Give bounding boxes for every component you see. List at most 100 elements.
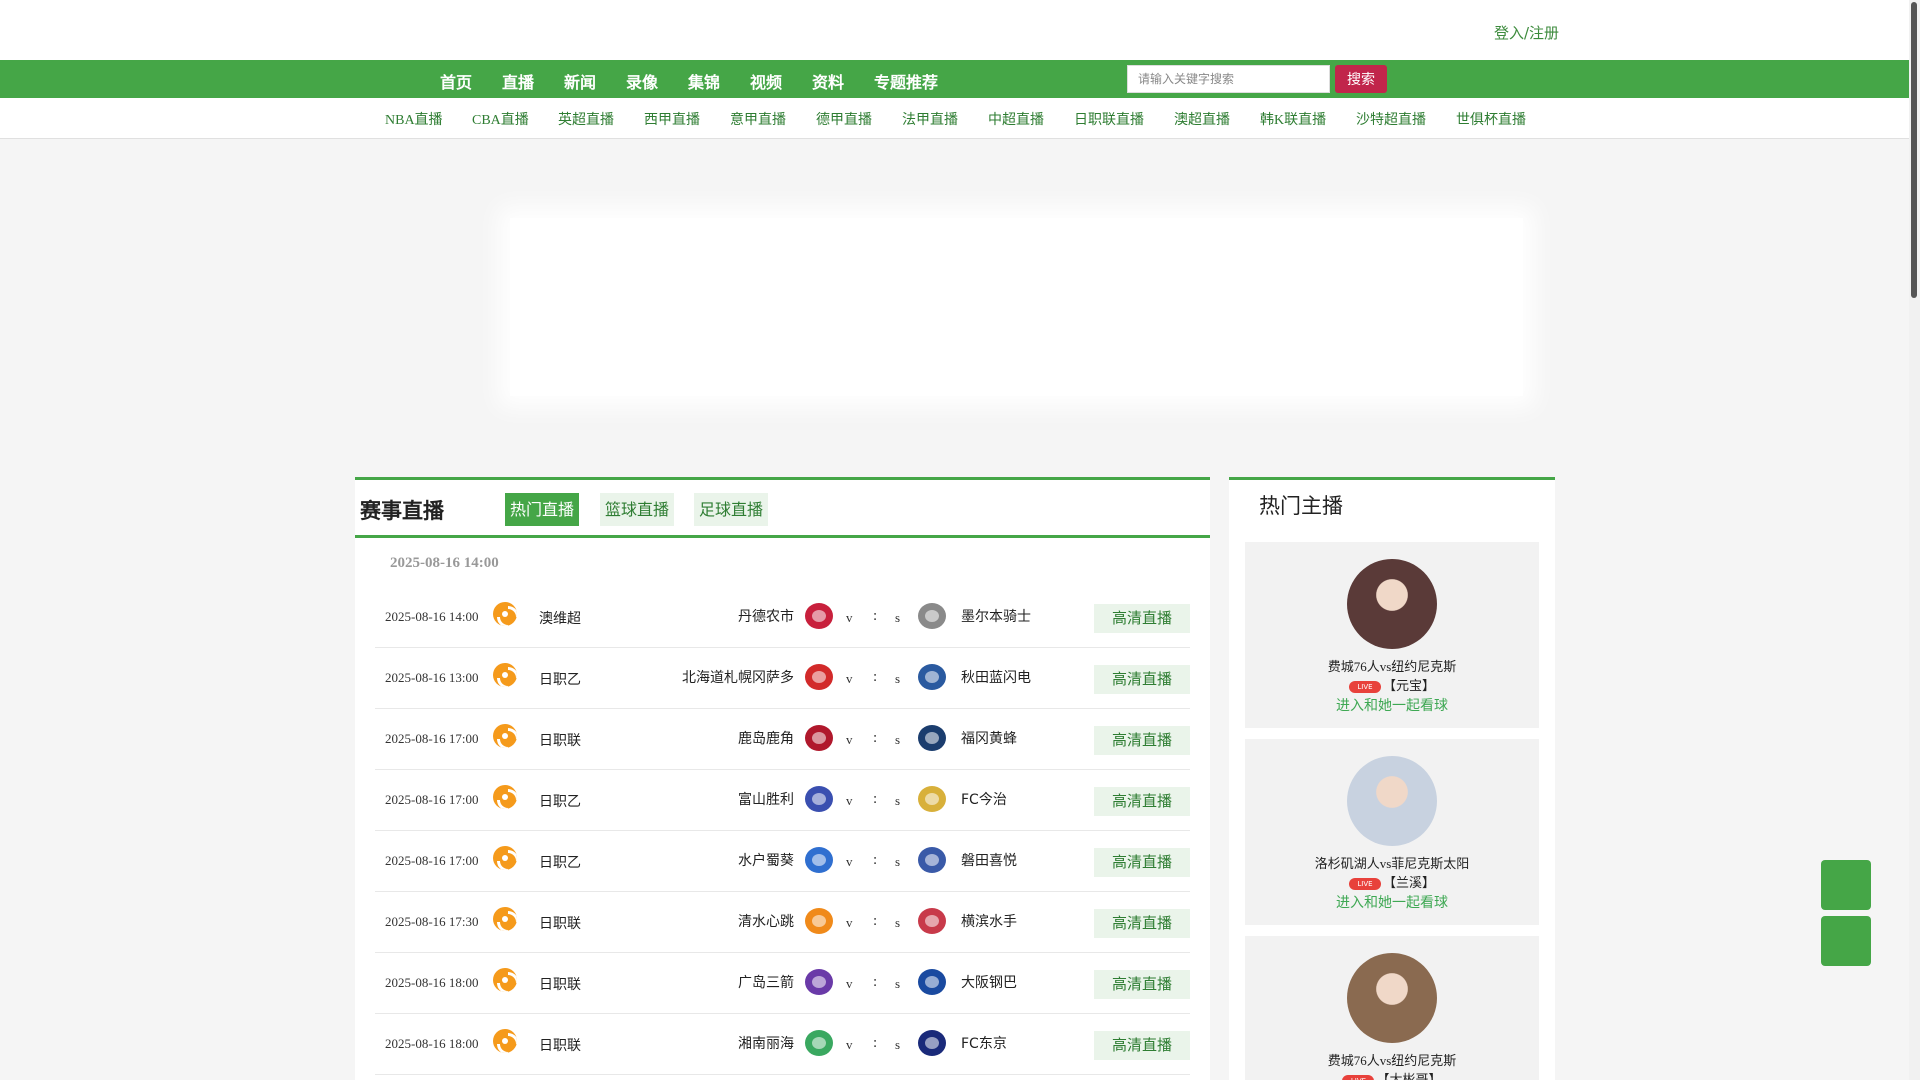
subnav-csl[interactable]: 中超直播 bbox=[988, 109, 1044, 129]
tab-basketball-live[interactable]: 篮球直播 bbox=[600, 493, 675, 526]
nav-live[interactable]: 直播 bbox=[502, 69, 534, 93]
home-team-logo-icon bbox=[805, 725, 833, 751]
hd-live-button[interactable]: 高清直播 bbox=[1094, 604, 1190, 633]
vs-left: v bbox=[846, 915, 853, 930]
float-button-top[interactable] bbox=[1821, 860, 1871, 910]
hd-live-button[interactable]: 高清直播 bbox=[1094, 726, 1190, 755]
subnav-ligue1[interactable]: 法甲直播 bbox=[902, 109, 958, 129]
login-register-link[interactable]: 登入/注册 bbox=[1494, 22, 1559, 43]
away-team[interactable]: 磐田喜悦 bbox=[961, 850, 1017, 870]
subnav-epl[interactable]: 英超直播 bbox=[558, 109, 614, 129]
tab-football-live[interactable]: 足球直播 bbox=[694, 493, 769, 526]
match-time: 2025-08-16 14:00 bbox=[385, 609, 479, 624]
away-team[interactable]: 福冈黄蜂 bbox=[961, 728, 1017, 748]
match-row: 2025-08-16 17:00 日职联 鹿岛鹿角 v: s 福冈黄蜂 高清直播 bbox=[375, 709, 1190, 770]
score-separator: : bbox=[873, 1035, 878, 1051]
subnav-club-world-cup[interactable]: 世俱杯直播 bbox=[1456, 109, 1526, 129]
home-team[interactable]: 富山胜利 bbox=[738, 789, 794, 809]
score-separator: : bbox=[873, 852, 878, 868]
match-league: 日职乙 bbox=[539, 855, 581, 871]
away-team-logo-icon bbox=[918, 664, 946, 690]
watch-with-her-link[interactable]: 进入和她一起看球 bbox=[1245, 695, 1539, 715]
score-separator: : bbox=[873, 791, 878, 807]
hd-live-button[interactable]: 高清直播 bbox=[1094, 909, 1190, 938]
avatar[interactable] bbox=[1347, 559, 1437, 649]
football-icon bbox=[493, 968, 517, 992]
scrollbar-thumb[interactable] bbox=[1911, 2, 1917, 298]
nav-data[interactable]: 资料 bbox=[812, 69, 844, 93]
subnav-cba[interactable]: CBA直播 bbox=[472, 109, 529, 129]
vs-right: s bbox=[895, 610, 901, 625]
away-team[interactable]: 横滨水手 bbox=[961, 911, 1017, 931]
away-team-logo-icon bbox=[918, 786, 946, 812]
live-badge: LIVE bbox=[1342, 1074, 1375, 1080]
nav-highlights[interactable]: 集锦 bbox=[688, 69, 720, 93]
away-team[interactable]: 墨尔本骑士 bbox=[961, 606, 1031, 626]
ad-banner bbox=[510, 218, 1523, 396]
subnav-laliga[interactable]: 西甲直播 bbox=[644, 109, 700, 129]
subnav-kleague[interactable]: 韩K联直播 bbox=[1260, 109, 1326, 129]
tab-hot-live[interactable]: 热门直播 bbox=[505, 493, 580, 526]
home-team-logo-icon bbox=[805, 908, 833, 934]
nav-news[interactable]: 新闻 bbox=[564, 69, 596, 93]
hd-live-button[interactable]: 高清直播 bbox=[1094, 848, 1190, 877]
scrollbar[interactable] bbox=[1909, 0, 1920, 1080]
away-team-logo-icon bbox=[918, 603, 946, 629]
nav-home[interactable]: 首页 bbox=[440, 69, 472, 93]
home-team[interactable]: 广岛三箭 bbox=[738, 972, 794, 992]
hd-live-button[interactable]: 高清直播 bbox=[1094, 665, 1190, 694]
watch-with-her-link[interactable]: 进入和她一起看球 bbox=[1245, 892, 1539, 912]
away-team[interactable]: 秋田蓝闪电 bbox=[961, 667, 1031, 687]
anchor-card[interactable]: 洛杉矶湖人vs菲尼克斯太阳 LIVE 【兰溪】 进入和她一起看球 bbox=[1245, 739, 1539, 925]
search-button[interactable]: 搜索 bbox=[1335, 65, 1387, 93]
anchor-card[interactable]: 费城76人vs纽约尼克斯 LIVE 【元宝】 进入和她一起看球 bbox=[1245, 542, 1539, 728]
anchor-name: 【大彬哥】 bbox=[1376, 1073, 1441, 1080]
nav-specials[interactable]: 专题推荐 bbox=[874, 69, 938, 93]
football-icon bbox=[493, 846, 517, 870]
vs-right: s bbox=[895, 671, 901, 686]
search-input[interactable] bbox=[1127, 65, 1330, 93]
float-button-bottom[interactable] bbox=[1821, 916, 1871, 966]
top-bar: 登入/注册 bbox=[0, 0, 1909, 60]
home-team[interactable]: 鹿岛鹿角 bbox=[738, 728, 794, 748]
subnav-aleague[interactable]: 澳超直播 bbox=[1174, 109, 1230, 129]
date-heading: 2025-08-16 14:00 bbox=[390, 555, 499, 571]
anchor-card[interactable]: 费城76人vs纽约尼克斯LIVE【大彬哥】进入和她一起看球 bbox=[1245, 936, 1539, 1080]
away-team[interactable]: 大阪钢巴 bbox=[961, 972, 1017, 992]
vs-left: v bbox=[846, 732, 853, 747]
avatar[interactable] bbox=[1347, 953, 1437, 1043]
home-team[interactable]: 湘南丽海 bbox=[738, 1033, 794, 1053]
avatar[interactable] bbox=[1347, 756, 1437, 846]
away-team[interactable]: FC今治 bbox=[961, 789, 1007, 809]
anchor-match-title: 费城76人vs纽约尼克斯 bbox=[1327, 659, 1457, 674]
matches-panel: 赛事直播 热门直播 篮球直播 足球直播 2025-08-16 14:00 202… bbox=[355, 477, 1210, 1080]
sub-nav: NBA直播 CBA直播 英超直播 西甲直播 意甲直播 德甲直播 法甲直播 中超直… bbox=[0, 98, 1909, 139]
home-team-logo-icon bbox=[805, 1030, 833, 1056]
match-time: 2025-08-16 17:30 bbox=[385, 914, 479, 929]
match-time: 2025-08-16 18:00 bbox=[385, 1036, 479, 1051]
match-time: 2025-08-16 17:00 bbox=[385, 853, 479, 868]
subnav-saudi[interactable]: 沙特超直播 bbox=[1356, 109, 1426, 129]
subnav-jleague[interactable]: 日职联直播 bbox=[1074, 109, 1144, 129]
nav-replay[interactable]: 录像 bbox=[626, 69, 658, 93]
anchor-match-title: 洛杉矶湖人vs菲尼克斯太阳 bbox=[1314, 856, 1470, 871]
nav-video[interactable]: 视频 bbox=[750, 69, 782, 93]
score-separator: : bbox=[873, 974, 878, 990]
home-team[interactable]: 水户蜀葵 bbox=[738, 850, 794, 870]
match-row: 2025-08-16 17:00 日职乙 水户蜀葵 v: s 磐田喜悦 高清直播 bbox=[375, 831, 1190, 892]
home-team[interactable]: 北海道札幌冈萨多 bbox=[682, 667, 794, 687]
vs-left: v bbox=[846, 671, 853, 686]
away-team[interactable]: FC东京 bbox=[961, 1033, 1007, 1053]
subnav-bundesliga[interactable]: 德甲直播 bbox=[816, 109, 872, 129]
home-team[interactable]: 清水心跳 bbox=[738, 911, 794, 931]
live-badge: LIVE bbox=[1348, 877, 1381, 890]
live-badge: LIVE bbox=[1348, 680, 1381, 693]
home-team[interactable]: 丹德农市 bbox=[738, 606, 794, 626]
anchor-name-row: LIVE 【兰溪】 bbox=[1245, 872, 1539, 891]
hd-live-button[interactable]: 高清直播 bbox=[1094, 970, 1190, 999]
subnav-seriea[interactable]: 意甲直播 bbox=[730, 109, 786, 129]
hd-live-button[interactable]: 高清直播 bbox=[1094, 1031, 1190, 1060]
subnav-nba[interactable]: NBA直播 bbox=[385, 109, 443, 129]
hd-live-button[interactable]: 高清直播 bbox=[1094, 787, 1190, 816]
home-team-logo-icon bbox=[805, 847, 833, 873]
